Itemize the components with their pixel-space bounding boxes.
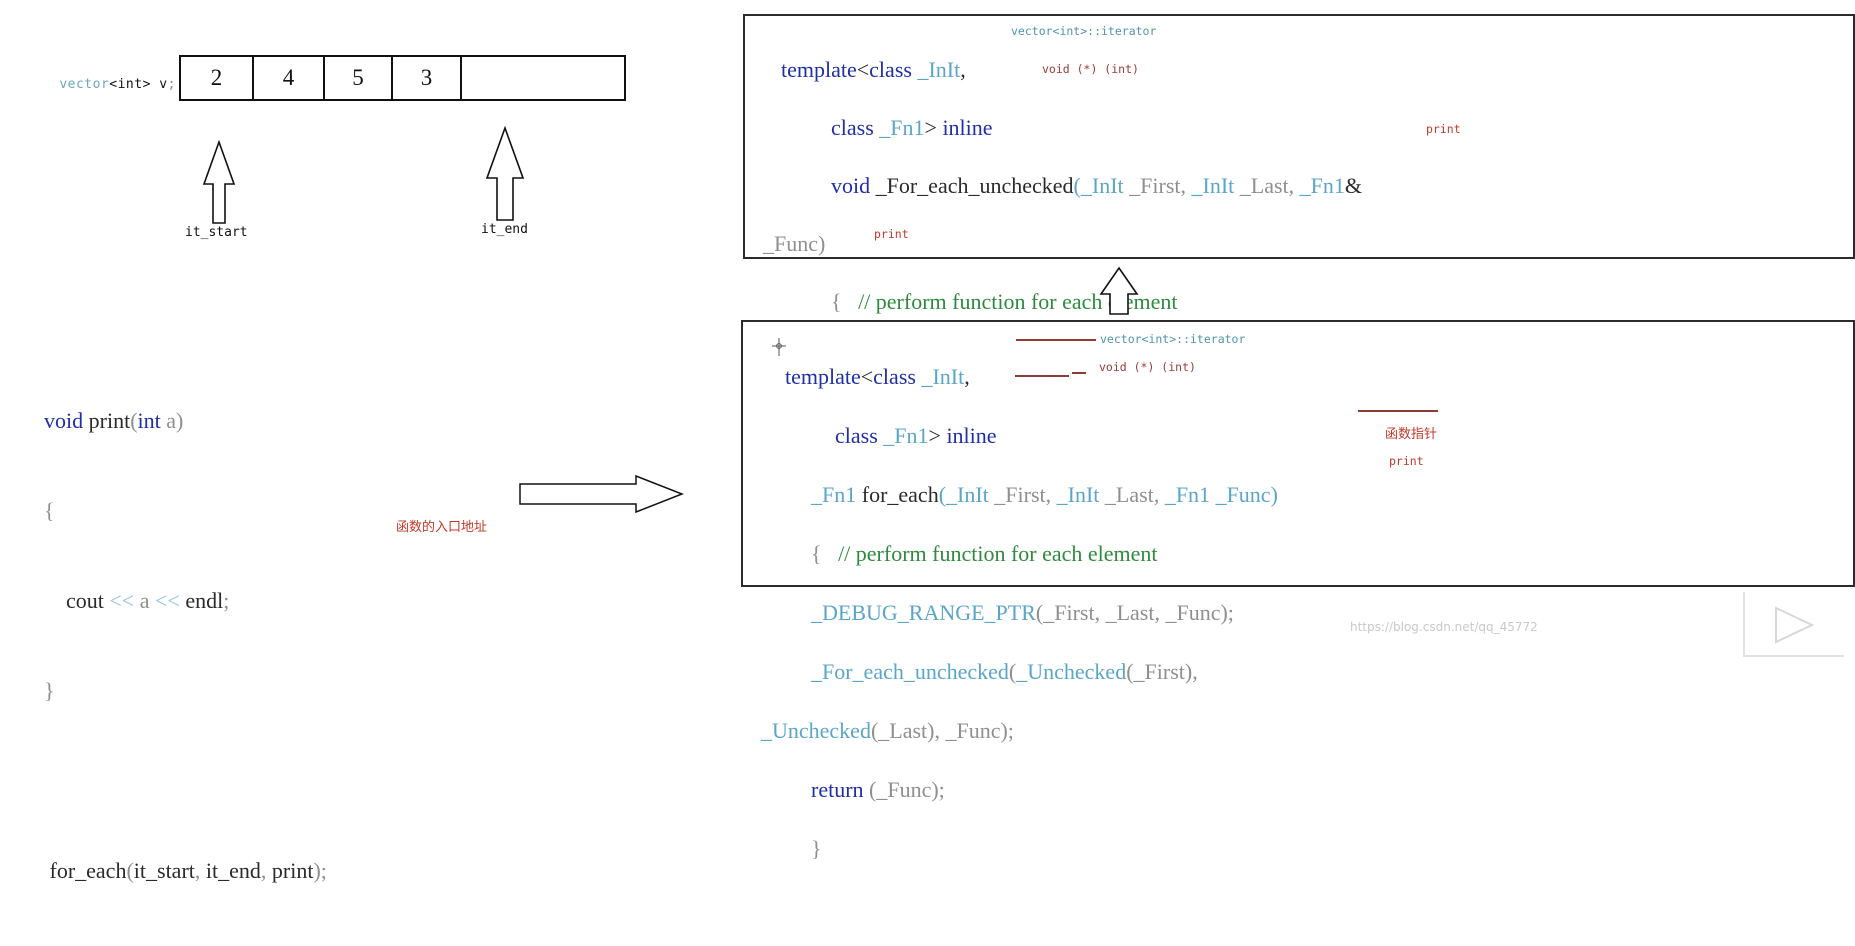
code-line: _Unchecked(_Last), _Func); xyxy=(761,717,1014,743)
bottom-box-print-note: print xyxy=(1389,454,1424,468)
it-end-label: it_end xyxy=(481,222,528,237)
vector-semicolon: ; xyxy=(167,77,176,92)
func-pointer-underline xyxy=(1358,410,1438,412)
code-line: { // perform function for each element xyxy=(811,540,1158,566)
bottom-box-fnptr-type-note: void (*) (int) xyxy=(1099,360,1196,374)
vector-template-args: <int> xyxy=(109,77,151,92)
top-box-iterator-type-note: vector<int>::iterator xyxy=(1011,24,1157,38)
code-line: { xyxy=(44,498,55,523)
code-line: void print(int a) xyxy=(44,408,184,433)
code-line: { // perform function for each element xyxy=(831,289,1178,314)
code-line: template<class _InIt, xyxy=(785,363,970,389)
code-line: _DEBUG_RANGE_PTR(_First, _Last, _Func); xyxy=(811,599,1234,625)
array-cell: 2 xyxy=(181,57,254,99)
code-line: class _Fn1> inline xyxy=(831,115,993,140)
iterator-connector-line xyxy=(1016,339,1096,341)
code-line: for_each(it_start, it_end, print); xyxy=(44,858,327,883)
code-line: _Func) xyxy=(763,231,826,256)
vector-array-box: 2 4 5 3 xyxy=(179,55,626,101)
code-line: _For_each_unchecked(_Unchecked(_First), xyxy=(811,658,1198,684)
vector-declaration-label: vector<int> v; xyxy=(26,62,176,107)
top-box-print-note-right: print xyxy=(1426,122,1461,136)
for-each-code-box: template<class _InIt, class _Fn1> inline… xyxy=(741,320,1855,861)
code-line: return (_Func); xyxy=(811,776,945,802)
inline-underline-2 xyxy=(1072,372,1086,374)
function-pointer-annotation: 函数指针 xyxy=(1385,427,1438,442)
top-box-print-note-under-func: print xyxy=(874,227,909,241)
code-content: template<class _InIt, class _Fn1> inline… xyxy=(743,322,1853,922)
play-button-badge-icon xyxy=(1740,588,1848,660)
it-end-arrow-icon xyxy=(483,126,527,222)
between-boxes-up-arrow-icon xyxy=(1098,266,1140,316)
for-each-unchecked-code-box: template<class _InIt, class _Fn1> inline… xyxy=(743,14,1855,488)
code-line: class _Fn1> inline xyxy=(835,422,997,448)
vector-variable-name: v xyxy=(150,77,168,92)
array-cell: 4 xyxy=(254,57,325,99)
code-line: cout << a << endl; xyxy=(44,588,230,613)
watermark-text: https://blog.csdn.net/qq_45772 xyxy=(1350,620,1538,634)
array-cell: 3 xyxy=(393,57,462,99)
user-code-block: void print(int a) { cout << a << endl; }… xyxy=(44,346,327,946)
code-line: void _For_each_unchecked(_InIt _First, _… xyxy=(831,173,1363,198)
code-line: } xyxy=(811,835,822,861)
diagram-canvas: vector<int> v; 2 4 5 3 it_start it_end v… xyxy=(0,0,1855,883)
code-line: } xyxy=(44,678,55,703)
entry-address-annotation: 函数的入口地址 xyxy=(396,520,488,535)
array-cell-empty xyxy=(462,57,624,99)
code-line: _Fn1 for_each(_InIt _First, _InIt _Last,… xyxy=(811,481,1278,507)
array-cell: 5 xyxy=(325,57,393,99)
flow-right-arrow-icon xyxy=(518,474,685,519)
code-line: template<class _InIt, xyxy=(781,57,966,82)
it-start-label: it_start xyxy=(185,225,248,240)
it-start-arrow-icon xyxy=(200,140,238,225)
inline-underline-1 xyxy=(1015,375,1069,377)
vector-keyword: vector xyxy=(59,77,110,92)
top-box-fnptr-type-note: void (*) (int) xyxy=(1042,62,1139,76)
cursor-crosshair-icon xyxy=(770,338,788,363)
bottom-box-iterator-type-note: vector<int>::iterator xyxy=(1100,332,1246,346)
